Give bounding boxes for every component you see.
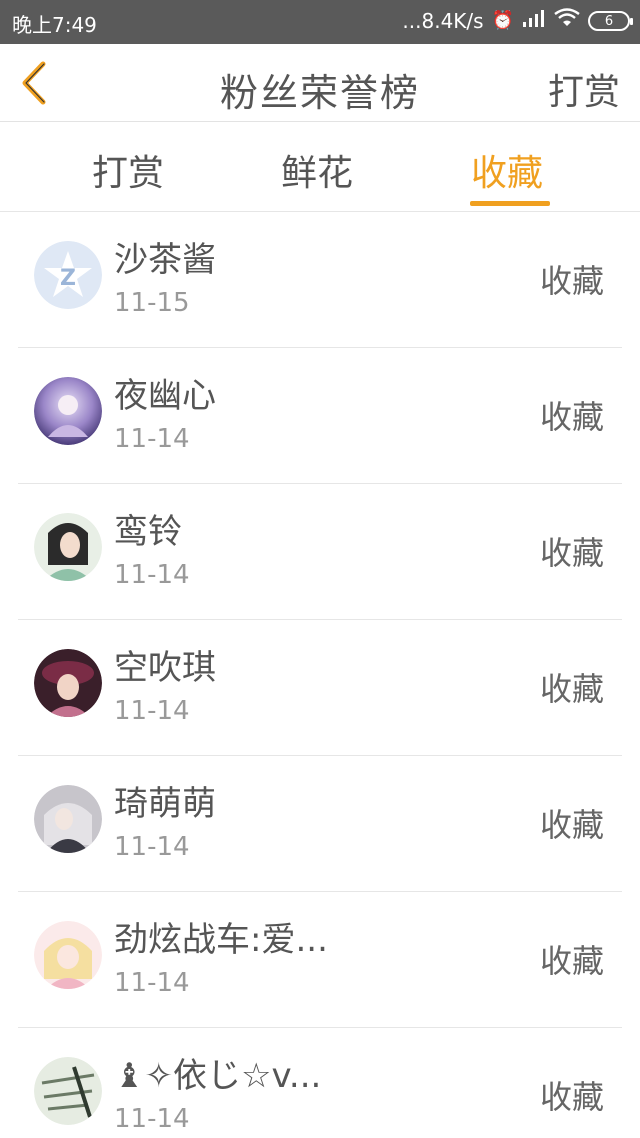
- avatar: [34, 377, 102, 445]
- svg-text:Z: Z: [60, 266, 76, 291]
- tab-favorites[interactable]: 收藏: [471, 144, 543, 204]
- fan-date: 11-14: [114, 560, 190, 590]
- fan-date: 11-14: [114, 968, 190, 998]
- fan-name: 劲炫战车:爱...: [114, 920, 328, 960]
- fan-name: ♝✧依じ☆v...: [114, 1056, 322, 1096]
- action-label: 收藏: [539, 670, 604, 708]
- list-item[interactable]: 夜幽心 11-14 收藏: [18, 348, 622, 484]
- network-speed: ...8.4K/s: [402, 9, 484, 33]
- fan-name: 鸾铃: [114, 512, 182, 552]
- reward-button[interactable]: 打赏: [548, 63, 620, 115]
- avatar: [34, 921, 102, 989]
- fan-date: 11-14: [114, 424, 190, 454]
- action-label: 收藏: [539, 806, 604, 844]
- fan-name: 沙茶酱: [114, 240, 216, 280]
- list-item[interactable]: 琦萌萌 11-14 收藏: [18, 756, 622, 892]
- fan-date: 11-14: [114, 696, 190, 726]
- avatar: [34, 1057, 102, 1125]
- avatar: [34, 649, 102, 717]
- battery-icon: 6: [588, 11, 633, 31]
- avatar: [34, 513, 102, 581]
- fan-date: 11-14: [114, 1104, 190, 1134]
- list-item[interactable]: 鸾铃 11-14 收藏: [18, 484, 622, 620]
- nav-bar: 粉丝荣誉榜 打赏: [0, 44, 640, 122]
- fan-date: 11-15: [114, 288, 190, 318]
- alarm-icon: ⏰: [491, 10, 514, 31]
- signal-icon: [522, 8, 546, 34]
- fan-date: 11-14: [114, 832, 190, 862]
- list-item[interactable]: ♝✧依じ☆v... 11-14 收藏: [18, 1028, 622, 1138]
- action-label: 收藏: [539, 534, 604, 572]
- avatar: [34, 785, 102, 853]
- status-time: 晚上7:49: [12, 13, 97, 37]
- list-item[interactable]: 劲炫战车:爱... 11-14 收藏: [18, 892, 622, 1028]
- default-avatar-icon: Z: [34, 241, 102, 309]
- action-label: 收藏: [539, 398, 604, 436]
- fan-list: Z 沙茶酱 11-15 收藏 夜幽心 11-14 收藏 鸾铃 11-14 收藏 …: [18, 212, 622, 1138]
- status-icons: ...8.4K/s ⏰ 6: [402, 8, 633, 34]
- action-label: 收藏: [539, 1078, 604, 1116]
- active-tab-indicator: [470, 201, 550, 206]
- tab-reward[interactable]: 打赏: [92, 144, 164, 204]
- status-bar: 晚上7:49 ...8.4K/s ⏰ 6: [0, 0, 640, 44]
- action-label: 收藏: [539, 942, 604, 980]
- action-label: 收藏: [539, 262, 604, 300]
- tab-flowers[interactable]: 鲜花: [281, 144, 353, 204]
- tab-bar: 打赏 鲜花 收藏: [0, 122, 640, 212]
- fan-name: 空吹琪: [114, 648, 216, 688]
- wifi-icon: [554, 8, 580, 34]
- page-title: 粉丝荣誉榜: [219, 71, 420, 115]
- list-item[interactable]: 空吹琪 11-14 收藏: [18, 620, 622, 756]
- list-item[interactable]: Z 沙茶酱 11-15 收藏: [18, 212, 622, 348]
- fan-name: 琦萌萌: [114, 784, 216, 824]
- avatar: Z: [34, 241, 102, 309]
- fan-name: 夜幽心: [114, 376, 216, 416]
